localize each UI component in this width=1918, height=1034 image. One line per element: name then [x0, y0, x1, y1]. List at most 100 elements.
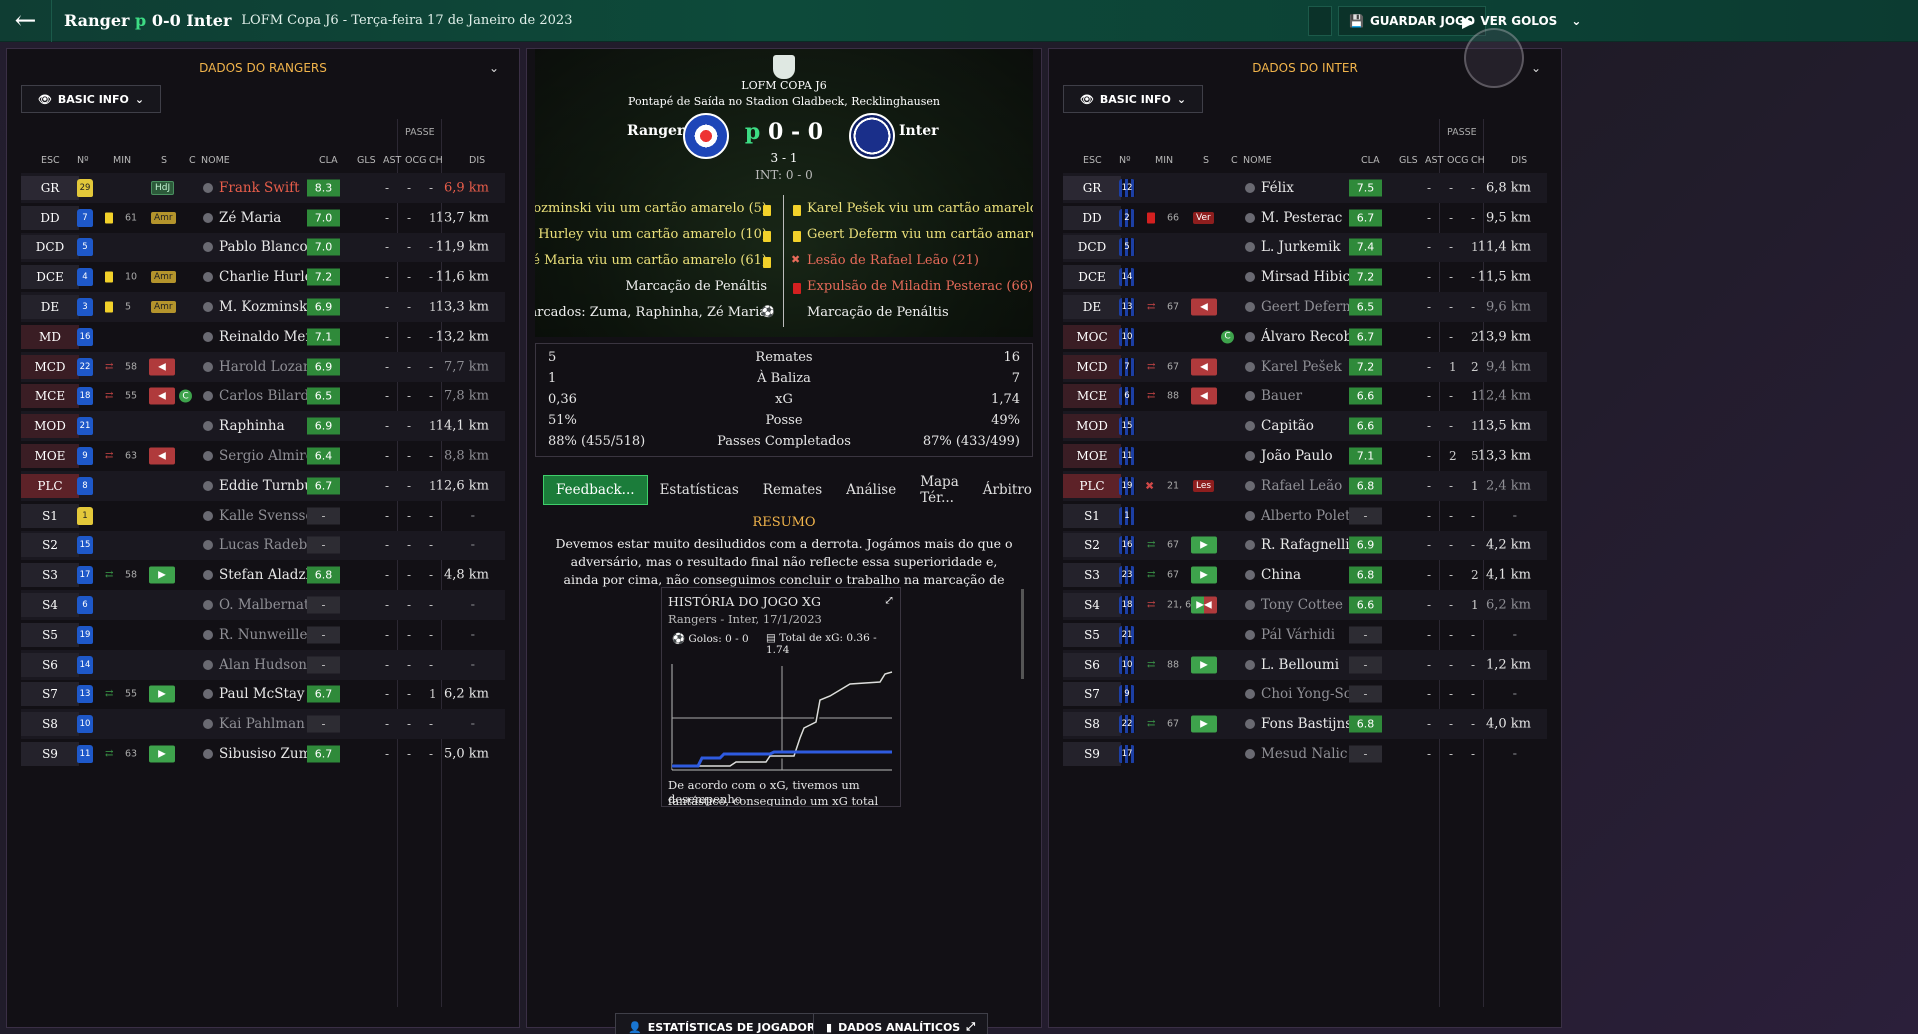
blank-button[interactable] [1308, 6, 1332, 36]
table-row[interactable]: S6 14 Alan Hudson - - - - - [21, 649, 505, 680]
column-header[interactable]: DIS [469, 155, 485, 166]
table-row[interactable]: S9 17 Mesud Nalic - - - - - [1063, 739, 1547, 769]
table-row[interactable]: S1 1 Kalle Svensson - - - - - [21, 501, 505, 531]
expand-icon[interactable]: ⤢ [884, 593, 894, 607]
table-row[interactable]: DE 3 5 Amr M. Kozminski 6.9- -1 13,3 km [21, 292, 505, 322]
table-row[interactable]: S6 10 ⇄ 88 ▶ L. Belloumi - - - -1,2 km [1063, 649, 1547, 680]
column-header[interactable]: Nº [1119, 155, 1131, 166]
player-name[interactable]: Félix [1261, 180, 1294, 196]
table-row[interactable]: S3 23 ⇄ 67 ▶ China 6.8 - - 2 4,1 km [1063, 560, 1547, 590]
table-row[interactable]: S1 1 Alberto Poletti - - - - - [1063, 501, 1547, 531]
chevron-down-icon[interactable]: ⌄ [489, 61, 499, 75]
table-row[interactable]: GR 12 Félix 7.5- - -6,8 km [1063, 173, 1547, 203]
player-name[interactable]: Harold Lozano [219, 359, 320, 375]
player-name[interactable]: Carlos Bilardo [219, 388, 317, 404]
column-header[interactable]: GLS [1399, 155, 1418, 166]
player-name[interactable]: Lucas Radebe [219, 537, 315, 553]
player-name[interactable]: Raphinha [219, 418, 285, 434]
player-name[interactable]: R. Rafagnelli [1261, 537, 1350, 553]
player-name[interactable]: Tony Cottee [1261, 597, 1343, 613]
player-name[interactable]: Bauer [1261, 388, 1302, 404]
player-name[interactable]: Alan Hudson [219, 657, 307, 673]
player-name[interactable]: O. Malbernat [219, 597, 309, 613]
player-name[interactable]: João Paulo [1261, 448, 1333, 464]
table-row[interactable]: DE 13 ⇄ 67 ◀ Geert Deferm 6.5- - -9,6 km [1063, 292, 1547, 322]
table-row[interactable]: DD 7 61 Amr Zé Maria 7.0- -1 13,7 km [21, 203, 505, 233]
table-row[interactable]: S5 21 Pál Várhidi - - - - - [1063, 620, 1547, 650]
column-header[interactable]: OCG [1447, 155, 1468, 166]
table-row[interactable]: MCD 22 ⇄ 58 ◀ Harold Lozano 6.9- - -7,7 km [21, 351, 505, 382]
table-row[interactable]: MOD 21 Raphinha 6.9- -1 14,1 km [21, 411, 505, 442]
player-name[interactable]: Mesud Nalic [1261, 746, 1347, 762]
column-header[interactable]: CLA [319, 155, 338, 166]
column-header[interactable]: C [1231, 155, 1238, 166]
table-row[interactable]: S2 16 ⇄ 67 ▶ R. Rafagnelli 6.9- - -4,2 km [1063, 530, 1547, 561]
basic-info-dropdown[interactable]: 👁 BASIC INFO ⌄ [1063, 85, 1203, 113]
player-name[interactable]: Capitão [1261, 418, 1314, 434]
table-row[interactable]: DCE 4 10 Amr Charlie Hurley 7.2- - -11,6 km [21, 262, 505, 292]
player-name[interactable]: Sibusiso Zuma [219, 746, 319, 762]
basic-info-dropdown[interactable]: 👁 BASIC INFO ⌄ [21, 85, 161, 113]
player-name[interactable]: M. Kozminski [219, 299, 312, 315]
player-name[interactable]: Karel Pešek [1261, 359, 1342, 375]
player-name[interactable]: Zé Maria [219, 210, 281, 226]
column-header[interactable]: MIN [1155, 155, 1173, 166]
player-name[interactable]: Álvaro Recoba [1261, 329, 1360, 345]
column-header[interactable]: OCG [405, 155, 426, 166]
player-name[interactable]: Rafael Leão [1261, 478, 1342, 494]
table-row[interactable]: S9 11 ⇄ 63 ▶ Sibusiso Zuma 6.7- - -5,0 km [21, 739, 505, 769]
player-name[interactable]: Charlie Hurley [219, 269, 320, 285]
player-name[interactable]: Mirsad Hibic [1261, 269, 1350, 285]
column-header[interactable]: CH [1471, 155, 1485, 166]
tab-heat-map[interactable]: Mapa Tér... [908, 474, 971, 506]
table-row[interactable]: S4 18 ⇄ 21, 67 ▶◀ Tony Cottee 6.6- -1 6,2 km [1063, 590, 1547, 620]
table-row[interactable]: DCD 5 Pablo Blanco 7.0- - -11,9 km [21, 232, 505, 263]
column-header[interactable]: CLA [1361, 155, 1380, 166]
table-row[interactable]: DCE 14 Mirsad Hibic 7.2- - -11,5 km [1063, 262, 1547, 292]
player-name[interactable]: L. Jurkemik [1261, 239, 1341, 255]
table-row[interactable]: MOE 9 ⇄ 63 ◀ Sergio Almirón 6.4- - -8,8 km [21, 441, 505, 471]
table-row[interactable]: MOC 10 C Álvaro Recoba 6.7- -2 13,9 km [1063, 322, 1547, 352]
tab-shots[interactable]: Remates [751, 475, 834, 505]
column-header[interactable]: C [189, 155, 196, 166]
table-row[interactable]: MOE 11 João Paulo 7.1-2 5 13,3 km [1063, 441, 1547, 471]
table-row[interactable]: MOD 15 Capitão 6.6- -1 13,5 km [1063, 411, 1547, 442]
player-name[interactable]: Choi Yong-Soo [1261, 686, 1360, 702]
player-name[interactable]: M. Pesterac [1261, 210, 1342, 226]
table-row[interactable]: S3 17 ⇄ 58 ▶ Stefan Aladzhov 6.8- - -4,8 km [21, 560, 505, 590]
player-name[interactable]: L. Belloumi [1261, 657, 1339, 673]
tab-referee[interactable]: Árbitro [971, 475, 1044, 505]
column-header[interactable]: S [1203, 155, 1209, 166]
table-row[interactable]: S2 15 Lucas Radebe - - - - - [21, 530, 505, 561]
player-name[interactable]: Kai Pahlman [219, 716, 305, 732]
table-row[interactable]: DD 2 66 Ver M. Pesterac 6.7- - -9,5 km [1063, 203, 1547, 233]
table-row[interactable]: GR 29 HdJ Frank Swift 8.3- - -6,9 km [21, 173, 505, 203]
chevron-down-icon[interactable]: ⌄ [1531, 61, 1541, 75]
analytics-button[interactable]: ▮ DADOS ANALÍTICOS ⤢ [813, 1013, 989, 1034]
table-row[interactable]: PLC 8 Eddie Turnbull 6.7- -1 12,6 km [21, 470, 505, 501]
column-header[interactable]: GLS [357, 155, 376, 166]
scrollbar[interactable] [1021, 589, 1024, 679]
table-row[interactable]: S7 13 ⇄ 55 ▶ Paul McStay 6.7 - - 1 6,2 km [21, 680, 505, 710]
table-row[interactable]: S8 22 ⇄ 67 ▶ Fons Bastijns 6.8- - -4,0 km [1063, 709, 1547, 740]
view-goals-button[interactable]: ▶ VER GOLOS ⌄ [1452, 6, 1591, 36]
table-row[interactable]: PLC 19 ✖ 21 Les Rafael Leão 6.8 - - 1 2,4 km [1063, 470, 1547, 501]
column-header[interactable]: S [161, 155, 167, 166]
tab-statistics[interactable]: Estatísticas [648, 475, 751, 505]
table-row[interactable]: MCE 6 ⇄ 88 ◀ Bauer 6.6- -1 12,4 km [1063, 382, 1547, 412]
player-name[interactable]: Frank Swift [219, 180, 300, 196]
column-header[interactable]: DIS [1511, 155, 1527, 166]
column-header[interactable]: CH [429, 155, 443, 166]
column-header[interactable]: MIN [113, 155, 131, 166]
table-row[interactable]: MCD 7 ⇄ 67 ◀ Karel Pešek 7.2 - 1 2 9,4 km [1063, 351, 1547, 382]
back-arrow-icon[interactable]: ← [0, 0, 52, 42]
column-header[interactable]: AST [1425, 155, 1443, 166]
column-header[interactable]: ESC [1083, 155, 1102, 166]
tab-analysis[interactable]: Análise [834, 475, 908, 505]
tab-feedback[interactable]: Feedback... [543, 475, 648, 505]
table-row[interactable]: S4 6 O. Malbernat - - - - - [21, 590, 505, 620]
column-header[interactable]: Nº [77, 155, 89, 166]
player-name[interactable]: Geert Deferm [1261, 299, 1355, 315]
column-header[interactable]: NOME [1243, 155, 1272, 166]
player-name[interactable]: Paul McStay [219, 686, 305, 702]
